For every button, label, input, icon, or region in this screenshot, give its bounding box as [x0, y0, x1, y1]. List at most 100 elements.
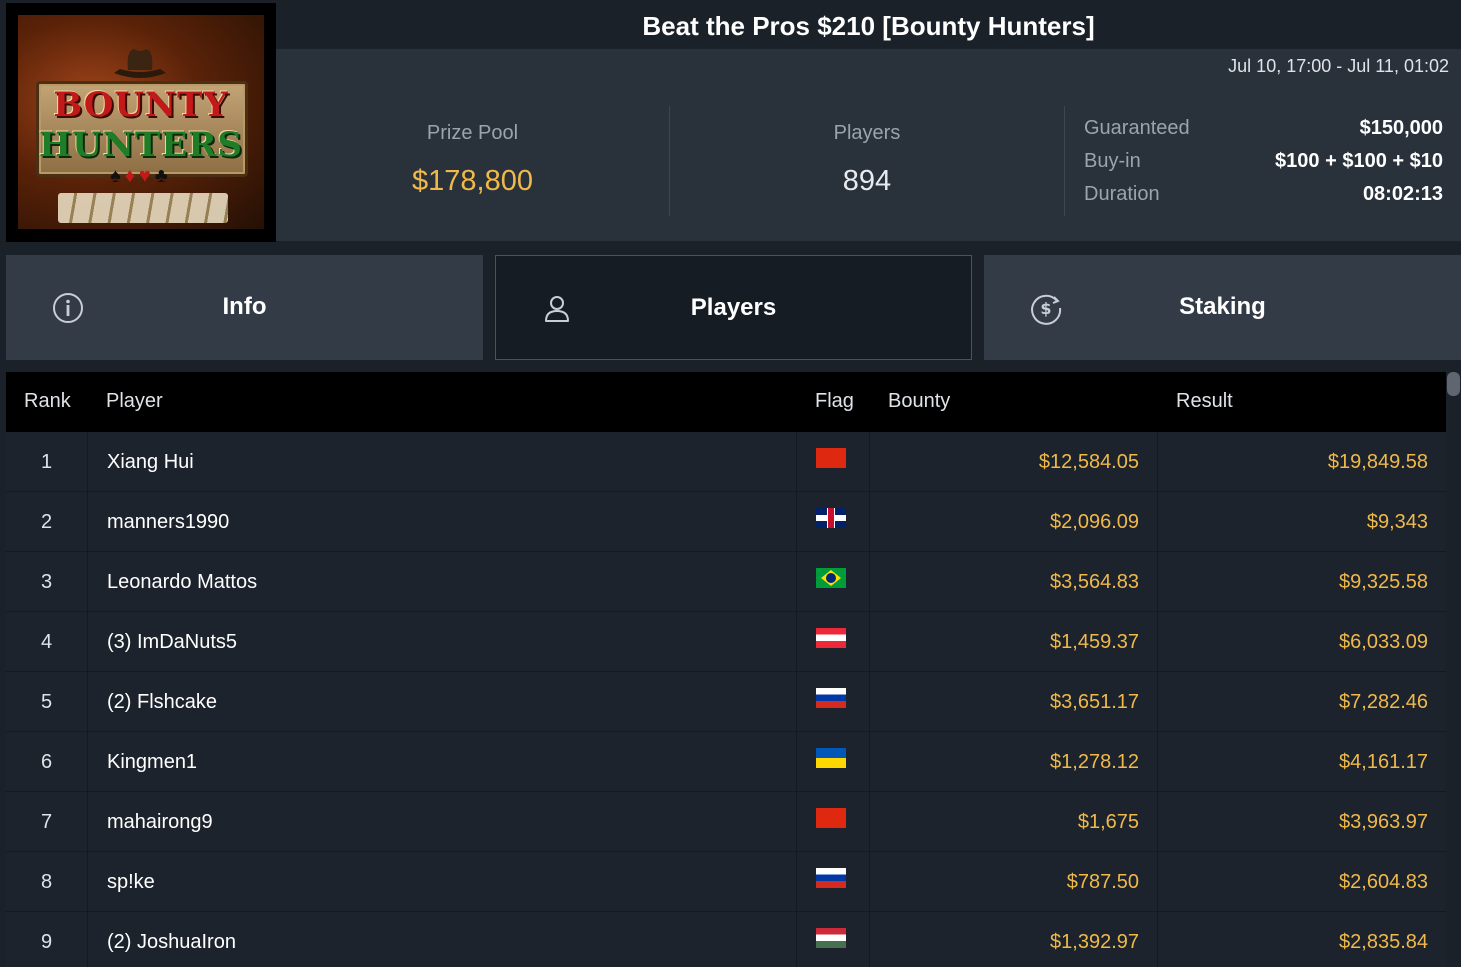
- prize-pool-stat: Prize Pool $178,800: [276, 106, 670, 216]
- result-cell: $2,835.84: [1157, 912, 1446, 967]
- scrollbar-thumb[interactable]: [1447, 372, 1460, 396]
- flag-cell: [796, 792, 869, 852]
- players-value: 894: [842, 165, 892, 197]
- uk-flag-icon: [816, 508, 846, 528]
- hungary-flag-icon: [816, 928, 846, 948]
- result-cell: $7,282.46: [1157, 672, 1446, 732]
- player-name-cell[interactable]: (3) ImDaNuts5: [87, 612, 796, 672]
- buy-in-value: $100 + $100 + $10: [1275, 150, 1443, 172]
- bounty-cell: $2,096.09: [869, 492, 1157, 552]
- table-row[interactable]: 2 manners1990 $2,096.09 $9,343: [6, 492, 1446, 552]
- bounty-cell: $1,392.97: [869, 912, 1157, 967]
- player-name-cell[interactable]: (2) Flshcake: [87, 672, 796, 732]
- table-row[interactable]: 3 Leonardo Mattos $3,564.83 $9,325.58: [6, 552, 1446, 612]
- player-name-cell[interactable]: sp!ke: [87, 852, 796, 912]
- bounty-cell: $1,278.12: [869, 732, 1157, 792]
- player-name-cell[interactable]: Leonardo Mattos: [87, 552, 796, 612]
- table-row[interactable]: 5 (2) Flshcake $3,651.17 $7,282.46: [6, 672, 1446, 732]
- rank-cell: 8: [40, 871, 53, 893]
- result-cell: $3,963.97: [1157, 792, 1446, 852]
- player-name-cell[interactable]: mahairong9: [87, 792, 796, 852]
- result-cell: $6,033.09: [1157, 612, 1446, 672]
- guaranteed-label: Guaranteed: [1084, 117, 1190, 139]
- flag-cell: [796, 912, 869, 967]
- ukraine-flag-icon: [816, 748, 846, 768]
- buy-in-row: Buy-in $100 + $100 + $10: [1084, 150, 1443, 183]
- duration-row: Duration 08:02:13: [1084, 183, 1443, 216]
- column-header-player[interactable]: Player: [106, 390, 163, 413]
- players-stat: Players 894: [670, 106, 1065, 216]
- column-header-bounty[interactable]: Bounty: [888, 390, 950, 413]
- player-name-cell[interactable]: Xiang Hui: [87, 432, 796, 492]
- russia-flag-icon: [816, 688, 846, 708]
- flag-cell: [796, 672, 869, 732]
- date-bar: Jul 10, 17:00 - Jul 11, 01:02: [276, 49, 1461, 82]
- russia-flag-icon: [816, 868, 846, 888]
- tournament-title: Beat the Pros $210 [Bounty Hunters]: [642, 11, 1095, 41]
- prize-pool-label: Prize Pool: [426, 122, 519, 144]
- tab-info[interactable]: Info: [6, 255, 483, 360]
- prize-pool-value: $178,800: [412, 165, 533, 197]
- tournament-logo: BOUNTY HUNTERS ♠♦♥♣: [6, 3, 276, 242]
- column-header-result[interactable]: Result: [1176, 390, 1233, 413]
- rank-cell: 5: [40, 691, 53, 713]
- tab-players-label: Players: [690, 294, 777, 321]
- card-suits-icon: ♠♦♥♣: [110, 165, 172, 187]
- player-name-cell[interactable]: Kingmen1: [87, 732, 796, 792]
- duration-label: Duration: [1084, 183, 1160, 205]
- table-row[interactable]: 7 mahairong9 $1,675 $3,963.97: [6, 792, 1446, 852]
- china-flag-icon: [816, 448, 846, 468]
- players-label: Players: [833, 122, 901, 144]
- table-row[interactable]: 6 Kingmen1 $1,278.12 $4,161.17: [6, 732, 1446, 792]
- result-cell: $4,161.17: [1157, 732, 1446, 792]
- flag-cell: [796, 612, 869, 672]
- stats-panel: Prize Pool $178,800 Players 894 Guarante…: [276, 82, 1461, 241]
- flag-cell: [796, 432, 869, 492]
- rank-cell: 3: [40, 571, 53, 593]
- tournament-dates: Jul 10, 17:00 - Jul 11, 01:02: [1228, 56, 1449, 76]
- bounty-hunters-logo-image: BOUNTY HUNTERS ♠♦♥♣: [18, 15, 264, 229]
- duration-value: 08:02:13: [1362, 183, 1443, 205]
- rank-cell: 4: [40, 631, 53, 653]
- bounty-cell: $3,651.17: [869, 672, 1157, 732]
- bounty-cell: $787.50: [869, 852, 1157, 912]
- result-cell: $9,343: [1157, 492, 1446, 552]
- column-header-rank[interactable]: Rank: [24, 390, 71, 413]
- rank-cell: 2: [40, 511, 53, 533]
- table-scrollbar[interactable]: [1446, 372, 1461, 967]
- table-row[interactable]: 4 (3) ImDaNuts5 $1,459.37 $6,033.09: [6, 612, 1446, 672]
- tab-staking-label: Staking: [1179, 293, 1266, 320]
- flag-cell: [796, 492, 869, 552]
- player-name-cell[interactable]: (2) JoshuaIron: [87, 912, 796, 967]
- bounty-cell: $12,584.05: [869, 432, 1157, 492]
- bounty-cell: $3,564.83: [869, 552, 1157, 612]
- flag-cell: [796, 852, 869, 912]
- logo-text-bounty: BOUNTY: [53, 85, 229, 125]
- logo-text-hunters: HUNTERS: [39, 125, 243, 165]
- guaranteed-row: Guaranteed $150,000: [1084, 117, 1443, 150]
- table-row[interactable]: 1 Xiang Hui $12,584.05 $19,849.58: [6, 432, 1446, 492]
- column-header-flag[interactable]: Flag: [815, 390, 854, 413]
- tab-staking[interactable]: $ Staking: [984, 255, 1461, 360]
- player-name-cell[interactable]: manners1990: [87, 492, 796, 552]
- result-cell: $9,325.58: [1157, 552, 1446, 612]
- rank-cell: 9: [40, 931, 53, 953]
- flag-cell: [796, 732, 869, 792]
- rank-cell: 6: [40, 751, 53, 773]
- playing-cards-image: [58, 193, 228, 223]
- guaranteed-value: $150,000: [1359, 117, 1443, 139]
- tab-players[interactable]: Players: [495, 255, 972, 360]
- rank-cell: 7: [40, 811, 53, 833]
- rank-cell: 1: [40, 451, 53, 473]
- china-flag-icon: [816, 808, 846, 828]
- austria-flag-icon: [816, 628, 846, 648]
- table-row[interactable]: 8 sp!ke $787.50 $2,604.83: [6, 852, 1446, 912]
- cowboy-hat-icon: [114, 49, 166, 78]
- buy-in-label: Buy-in: [1084, 150, 1141, 172]
- result-cell: $2,604.83: [1157, 852, 1446, 912]
- players-table-body: 1 Xiang Hui $12,584.05 $19,849.58 2 mann…: [6, 432, 1446, 967]
- bounty-cell: $1,675: [869, 792, 1157, 852]
- title-bar: Beat the Pros $210 [Bounty Hunters]: [276, 3, 1461, 49]
- table-row[interactable]: 9 (2) JoshuaIron $1,392.97 $2,835.84: [6, 912, 1446, 967]
- brazil-flag-icon: [816, 568, 846, 588]
